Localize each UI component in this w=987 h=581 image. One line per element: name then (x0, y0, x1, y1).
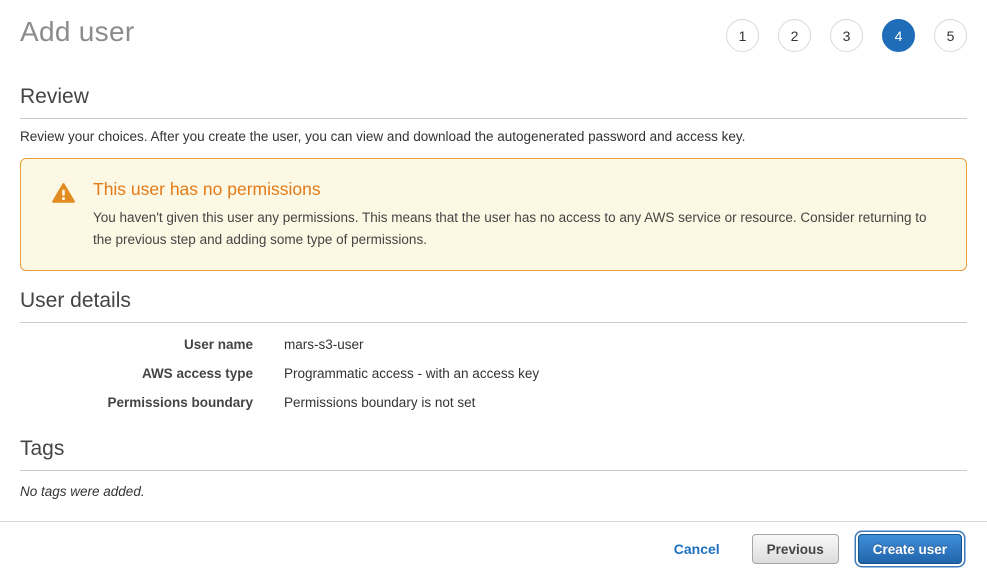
tags-heading: Tags (20, 437, 967, 471)
create-user-button[interactable]: Create user (858, 534, 962, 564)
user-details-heading: User details (20, 289, 967, 323)
detail-value: Permissions boundary is not set (284, 395, 475, 410)
wizard-step-4-active: 4 (882, 19, 915, 52)
detail-label: User name (20, 337, 253, 352)
detail-row-access-type: AWS access type Programmatic access - wi… (20, 359, 967, 388)
detail-row-user-name: User name mars-s3-user (20, 330, 967, 359)
detail-value: Programmatic access - with an access key (284, 366, 539, 381)
page-title: Add user (20, 16, 134, 48)
tags-empty-message: No tags were added. (20, 484, 967, 499)
wizard-step-3: 3 (830, 19, 863, 52)
no-permissions-warning-banner: This user has no permissions You haven't… (20, 158, 967, 271)
tags-section: Tags No tags were added. (20, 437, 967, 499)
warning-title: This user has no permissions (93, 179, 942, 200)
review-heading: Review (20, 85, 967, 119)
detail-label: Permissions boundary (20, 395, 253, 410)
wizard-step-indicator: 1 2 3 4 5 (726, 16, 967, 52)
user-details-rows: User name mars-s3-user AWS access type P… (20, 330, 967, 417)
wizard-step-5: 5 (934, 19, 967, 52)
detail-label: AWS access type (20, 366, 253, 381)
detail-value: mars-s3-user (284, 337, 364, 352)
detail-row-permissions-boundary: Permissions boundary Permissions boundar… (20, 388, 967, 417)
review-section: Review Review your choices. After you cr… (20, 85, 967, 144)
wizard-header: Add user 1 2 3 4 5 (20, 0, 967, 52)
warning-triangle-icon (52, 179, 93, 251)
warning-body: You haven't given this user any permissi… (93, 207, 942, 251)
wizard-step-1: 1 (726, 19, 759, 52)
warning-content: This user has no permissions You haven't… (93, 179, 942, 251)
add-user-wizard-page: Add user 1 2 3 4 5 Review Review your ch… (0, 0, 987, 499)
wizard-footer: Cancel Previous Create user (0, 521, 987, 564)
previous-button[interactable]: Previous (752, 534, 839, 564)
user-details-section: User details User name mars-s3-user AWS … (20, 289, 967, 417)
cancel-link[interactable]: Cancel (674, 541, 720, 557)
wizard-step-2: 2 (778, 19, 811, 52)
review-description: Review your choices. After you create th… (20, 129, 967, 144)
